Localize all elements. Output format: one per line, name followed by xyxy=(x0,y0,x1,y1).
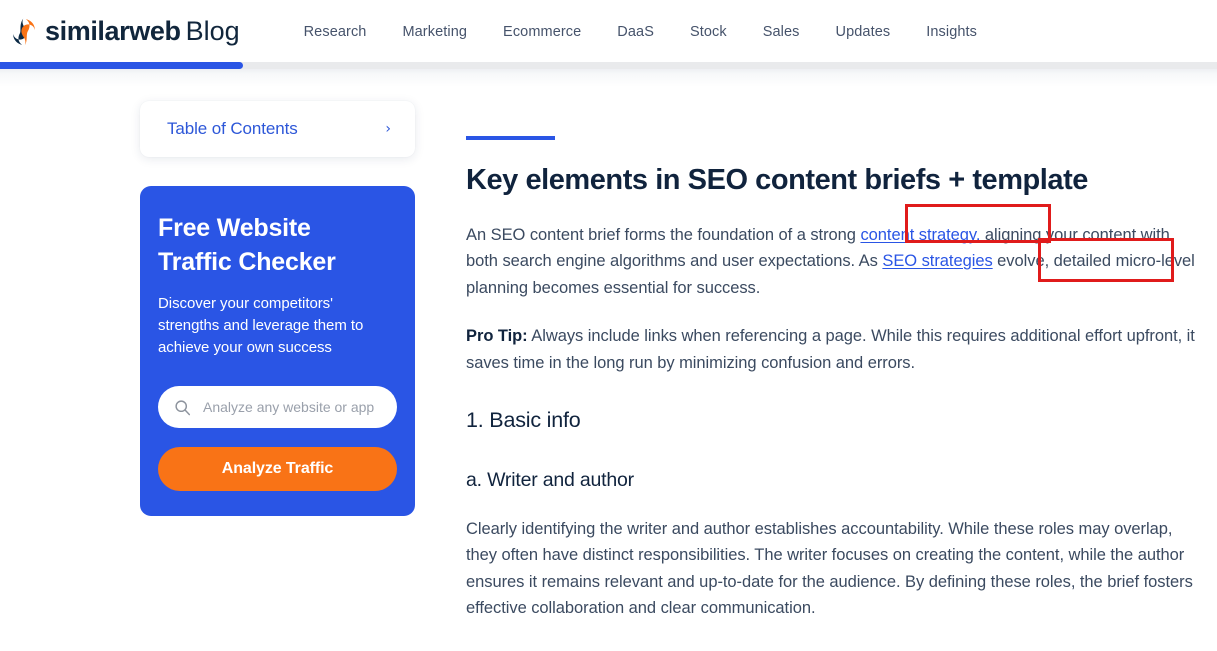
cta-subtitle: Discover your competitors' strengths and… xyxy=(158,295,364,357)
cta-title-line2: Traffic Checker xyxy=(158,247,336,276)
cta-title: Free Website Traffic Checker xyxy=(158,212,397,279)
nav-item-insights[interactable]: Insights xyxy=(908,18,995,46)
cta-title-line1: Free Website xyxy=(158,214,311,242)
subsection-heading-writer-and-author: a. Writer and author xyxy=(466,468,634,491)
site-header: similarweb Blog Research Marketing Ecomme… xyxy=(0,0,1217,63)
table-of-contents-toggle[interactable]: Table of Contents › xyxy=(140,101,415,157)
title-accent-rule xyxy=(466,136,555,140)
sidebar: Table of Contents › Free Website Traffic… xyxy=(140,101,415,516)
link-content-strategy[interactable]: content strategy, xyxy=(860,226,980,244)
nav-item-stock[interactable]: Stock xyxy=(672,18,745,46)
brand-name: similarweb Blog xyxy=(45,18,240,45)
nav-item-marketing[interactable]: Marketing xyxy=(384,18,485,46)
reading-progress-bar xyxy=(0,62,1217,69)
page-body: Table of Contents › Free Website Traffic… xyxy=(0,69,1217,651)
nav-item-sales[interactable]: Sales xyxy=(745,18,818,46)
link-seo-strategies[interactable]: SEO strategies xyxy=(882,252,992,270)
section-heading-basic-info: 1. Basic info xyxy=(466,407,581,432)
analyze-traffic-button[interactable]: Analyze Traffic xyxy=(158,447,397,492)
pro-tip-label: Pro Tip: xyxy=(466,327,528,346)
website-search-box[interactable] xyxy=(158,386,397,429)
intro-paragraph: An SEO content brief forms the foundatio… xyxy=(466,222,1198,302)
page-title: Key elements in SEO content briefs + tem… xyxy=(466,164,1088,196)
pro-tip-paragraph: Pro Tip: Always include links when refer… xyxy=(466,323,1198,376)
nav-item-daas[interactable]: DaaS xyxy=(599,18,672,46)
intro-text-before-link1: An SEO content brief forms the foundatio… xyxy=(466,225,861,244)
search-icon xyxy=(175,400,191,415)
nav-item-updates[interactable]: Updates xyxy=(818,18,909,46)
brand-name-text: similarweb xyxy=(45,16,181,46)
pro-tip-text: Always include links when referencing a … xyxy=(466,327,1195,373)
brand-logo-link[interactable]: similarweb Blog xyxy=(10,17,240,47)
table-of-contents-label: Table of Contents xyxy=(167,119,298,138)
traffic-checker-cta-card: Free Website Traffic Checker Discover yo… xyxy=(140,186,415,516)
body-paragraph: Clearly identifying the writer and autho… xyxy=(466,519,1193,618)
reading-progress-fill xyxy=(0,62,244,69)
similarweb-swirl-icon xyxy=(13,18,35,45)
brand-suffix-text: Blog xyxy=(185,16,240,46)
nav-item-ecommerce[interactable]: Ecommerce xyxy=(485,18,599,46)
nav-item-research[interactable]: Research xyxy=(286,18,385,46)
chevron-right-icon: › xyxy=(385,121,391,137)
website-search-input[interactable] xyxy=(201,398,381,417)
article-content: Key elements in SEO content briefs + tem… xyxy=(466,69,1198,622)
main-navigation: Research Marketing Ecommerce DaaS Stock … xyxy=(286,18,995,46)
